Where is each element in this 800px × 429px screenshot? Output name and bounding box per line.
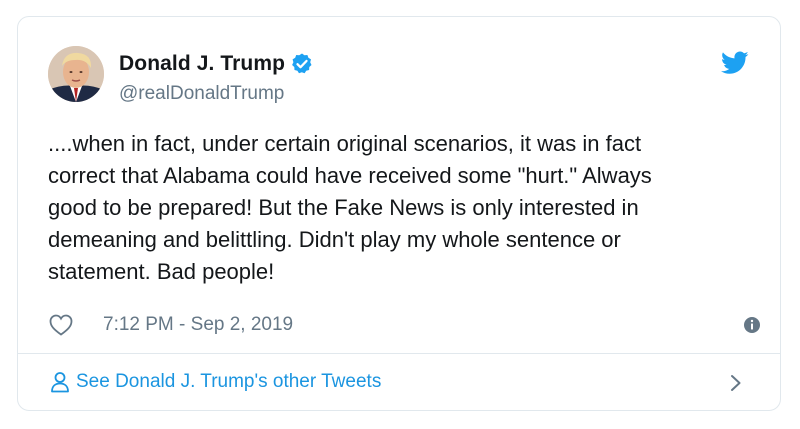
chevron-right-icon (731, 375, 741, 391)
tweet-card: Donald J. Trump @realDonaldTrump ....whe… (17, 16, 781, 411)
author-row: Donald J. Trump (119, 51, 314, 77)
avatar[interactable] (48, 46, 104, 102)
see-other-tweets-label: See Donald J. Trump's other Tweets (76, 371, 382, 392)
person-icon (51, 372, 69, 393)
see-other-tweets-link[interactable]: See Donald J. Trump's other Tweets (18, 354, 780, 410)
author-name[interactable]: Donald J. Trump (119, 52, 285, 76)
avatar-image (48, 46, 104, 102)
tweet-meta-row: 7:12 PM - Sep 2, 2019 (49, 312, 760, 338)
info-icon[interactable] (743, 316, 761, 334)
verified-badge-icon (292, 53, 312, 74)
tweet-timestamp[interactable]: 7:12 PM - Sep 2, 2019 (103, 314, 293, 336)
tweet-text: ....when in fact, under certain original… (48, 131, 652, 284)
heart-icon[interactable] (49, 314, 73, 336)
twitter-bird-icon[interactable] (721, 51, 749, 75)
author-handle[interactable]: @realDonaldTrump (119, 83, 284, 105)
